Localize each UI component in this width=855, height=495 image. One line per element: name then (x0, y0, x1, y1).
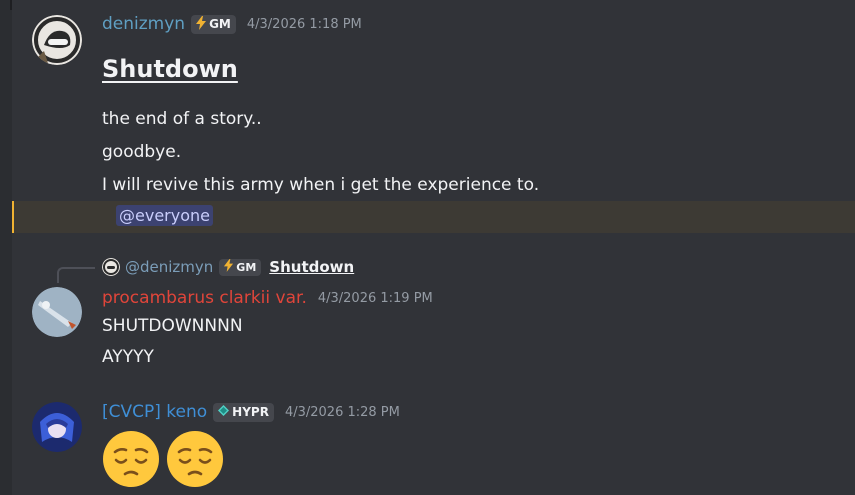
avatar-image (32, 402, 82, 452)
guild-tag-label: GM (209, 17, 231, 31)
message-heading: Shutdown (102, 55, 238, 83)
username[interactable]: procambarus clarkii var. (102, 288, 307, 308)
pensive-emoji[interactable] (102, 430, 160, 488)
message-line: AYYYY (102, 347, 154, 367)
everyone-mention[interactable]: @everyone (116, 205, 213, 226)
reply-connector (57, 267, 95, 283)
message-header: denizmyn GM 4/3/2026 1:18 PM (102, 14, 362, 34)
reply-avatar (102, 258, 120, 276)
reply-author[interactable]: @denizmyn (125, 258, 213, 276)
guild-tag[interactable]: GM (191, 14, 236, 34)
pensive-emoji[interactable] (166, 430, 224, 488)
lightning-icon (195, 15, 207, 33)
message-line: goodbye. (102, 142, 182, 162)
timestamp[interactable]: 4/3/2026 1:28 PM (285, 405, 400, 420)
guild-tag[interactable]: HYPR (213, 402, 274, 422)
diamond-icon (217, 404, 230, 420)
reply-guild-tag-label: GM (236, 260, 257, 274)
timestamp[interactable]: 4/3/2026 1:18 PM (247, 17, 362, 32)
avatar[interactable] (32, 287, 82, 337)
avatar-image (32, 287, 82, 337)
message-line: SHUTDOWNNNN (102, 316, 243, 336)
message-header: [CVCP] keno HYPR 4/3/2026 1:28 PM (102, 402, 400, 422)
avatar[interactable] (32, 15, 82, 65)
timestamp[interactable]: 4/3/2026 1:19 PM (318, 291, 433, 306)
left-rail (0, 0, 12, 495)
guild-tag-label: HYPR (232, 405, 269, 419)
message-header: procambarus clarkii var. 4/3/2026 1:19 P… (102, 288, 433, 308)
username[interactable]: [CVCP] keno (102, 402, 207, 422)
avatar[interactable] (32, 402, 82, 452)
message-line: I will revive this army when i get the e… (102, 175, 540, 195)
lightning-icon (223, 259, 234, 275)
avatar-image (32, 15, 82, 65)
reply-content[interactable]: Shutdown (269, 258, 354, 276)
reply-preview[interactable]: @denizmyn GM Shutdown (102, 258, 354, 276)
rail-nub (10, 0, 12, 10)
mention-highlight: @everyone (12, 201, 855, 233)
reply-guild-tag: GM (219, 258, 262, 276)
message-line: the end of a story.. (102, 109, 262, 129)
username[interactable]: denizmyn (102, 14, 185, 34)
